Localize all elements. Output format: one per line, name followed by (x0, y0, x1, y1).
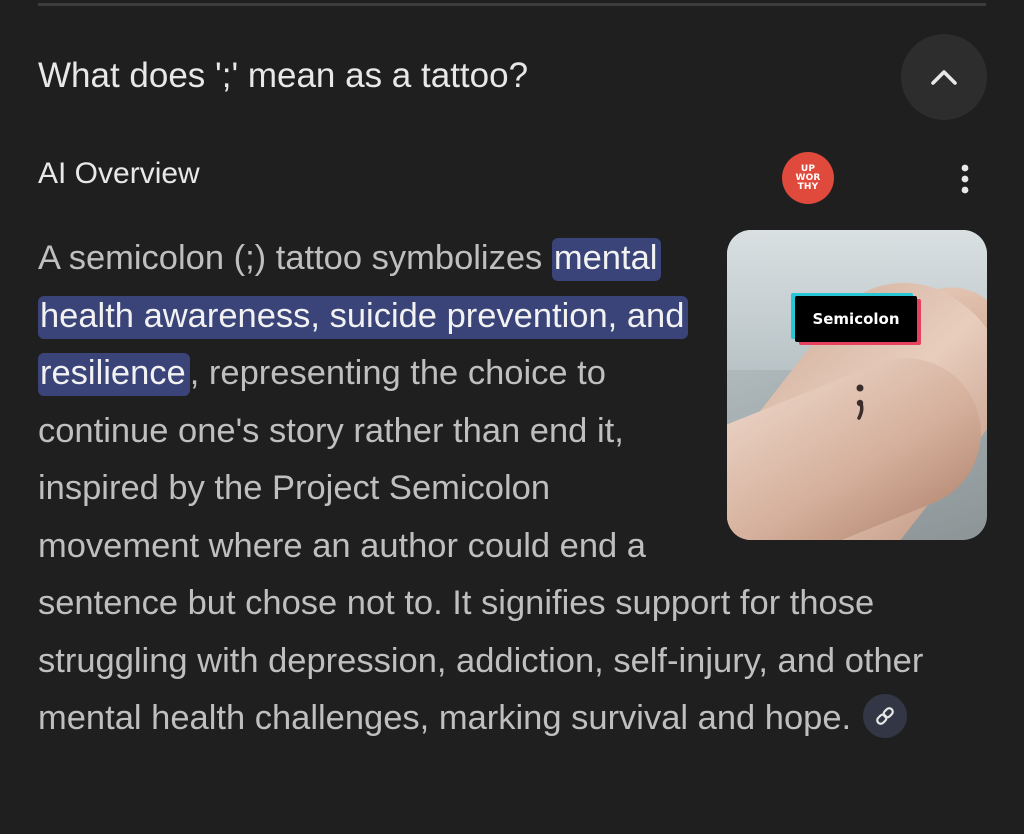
collapse-button[interactable] (901, 34, 987, 120)
more-options-button[interactable] (948, 157, 982, 201)
thumbnail-tag: Semicolon (795, 296, 917, 342)
source-logo[interactable]: UP WOR THY (782, 152, 834, 204)
ai-overview-label: AI Overview (38, 157, 200, 190)
top-divider (38, 3, 986, 6)
semicolon-tattoo-icon (856, 384, 864, 420)
question-heading[interactable]: What does ';' mean as a tattoo? (38, 52, 528, 100)
source-logo-line-3: THY (797, 181, 819, 192)
link-icon (876, 707, 894, 725)
thumbnail-image[interactable]: Semicolon (727, 230, 987, 540)
answer-text-before: A semicolon (;) tattoo symbolizes (38, 239, 552, 277)
chevron-up-icon (931, 70, 957, 85)
source-link-button[interactable] (863, 693, 908, 738)
more-vert-icon (961, 164, 969, 194)
